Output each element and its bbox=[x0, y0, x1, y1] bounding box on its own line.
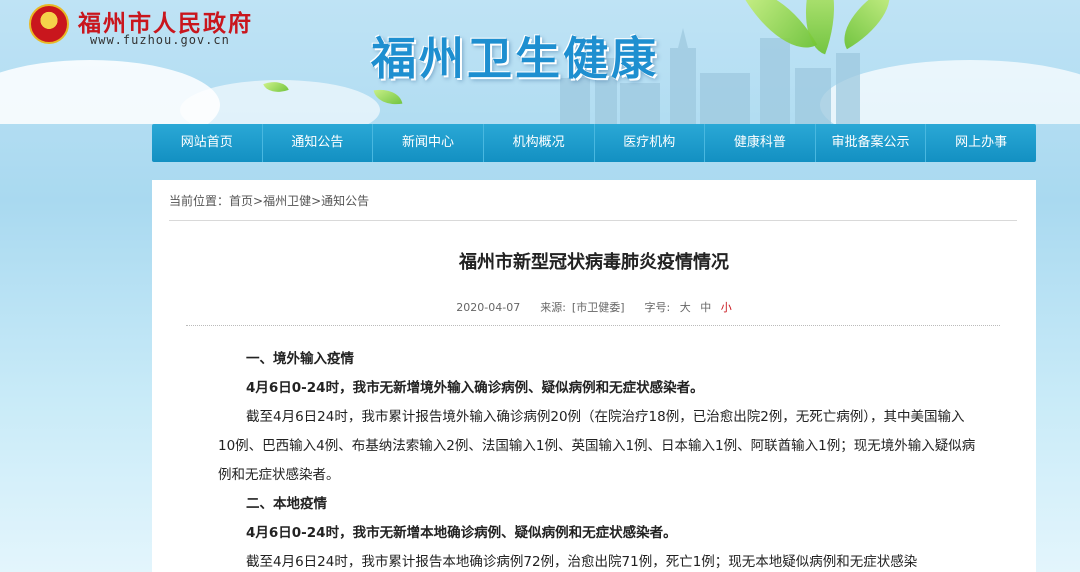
font-size-large-button[interactable]: 大 bbox=[680, 301, 691, 314]
font-size-medium-button[interactable]: 中 bbox=[700, 301, 711, 314]
article-meta: 2020-04-07 来源: [市卫健委] 字号: 大 中 小 bbox=[152, 299, 1036, 315]
divider bbox=[169, 220, 1017, 221]
nav-item-online-services[interactable]: 网上办事 bbox=[926, 124, 1036, 162]
nav-item-organization[interactable]: 机构概况 bbox=[484, 124, 595, 162]
source-label: 来源: bbox=[540, 301, 566, 314]
section-heading: 二、本地疫情 bbox=[246, 496, 327, 512]
nav-item-notices[interactable]: 通知公告 bbox=[263, 124, 374, 162]
article-title: 福州市新型冠状病毒肺炎疫情情况 bbox=[459, 252, 729, 273]
section-paragraph: 截至4月6日24时，我市累计报告本地确诊病例72例，治愈出院71例，死亡1例；现… bbox=[246, 554, 918, 570]
site-title: 福州卫生健康 bbox=[371, 32, 660, 85]
section-lead: 4月6日0-24时，我市无新增境外输入确诊病例、疑似病例和无症状感染者。 bbox=[246, 380, 704, 396]
nav-item-approval-records[interactable]: 审批备案公示 bbox=[816, 124, 927, 162]
national-emblem-icon[interactable] bbox=[29, 4, 69, 44]
article-source: [市卫健委] bbox=[571, 301, 625, 314]
breadcrumb-separator: > bbox=[253, 194, 264, 208]
section-heading: 一、境外输入疫情 bbox=[246, 351, 354, 367]
breadcrumb-separator: > bbox=[311, 194, 322, 208]
breadcrumb-home-link[interactable]: 首页 bbox=[229, 194, 253, 208]
breadcrumb-prefix: 当前位置： bbox=[169, 194, 230, 208]
font-size-small-button[interactable]: 小 bbox=[721, 301, 732, 314]
nav-item-health-education[interactable]: 健康科普 bbox=[705, 124, 816, 162]
breadcrumb-level3-link[interactable]: 通知公告 bbox=[321, 194, 369, 208]
section-paragraph: 截至4月6日24时，我市累计报告境外输入确诊病例20例（在院治疗18例，已治愈出… bbox=[218, 409, 976, 483]
font-size-label: 字号: bbox=[644, 301, 671, 314]
main-nav: 网站首页 通知公告 新闻中心 机构概况 医疗机构 健康科普 审批备案公示 网上办… bbox=[152, 124, 1036, 162]
nav-item-news[interactable]: 新闻中心 bbox=[373, 124, 484, 162]
article-panel: 当前位置：首页>福州卫健>通知公告 福州市新型冠状病毒肺炎疫情情况 2020-0… bbox=[152, 180, 1036, 572]
nav-item-medical-institutions[interactable]: 医疗机构 bbox=[595, 124, 706, 162]
site-header: 福州市人民政府 www.fuzhou.gov.cn 福州卫生健康 bbox=[0, 0, 1080, 124]
breadcrumb-level2-link[interactable]: 福州卫健 bbox=[263, 194, 311, 208]
breadcrumb: 当前位置：首页>福州卫健>通知公告 bbox=[169, 192, 369, 209]
nav-item-home[interactable]: 网站首页 bbox=[152, 124, 263, 162]
divider-dotted bbox=[186, 325, 1000, 326]
article-body: 一、境外输入疫情 4月6日0-24时，我市无新增境外输入确诊病例、疑似病例和无症… bbox=[218, 345, 978, 572]
article-date: 2020-04-07 bbox=[456, 301, 521, 314]
section-lead: 4月6日0-24时，我市无新增本地确诊病例、疑似病例和无症状感染者。 bbox=[246, 525, 677, 541]
gov-url[interactable]: www.fuzhou.gov.cn bbox=[90, 33, 230, 47]
